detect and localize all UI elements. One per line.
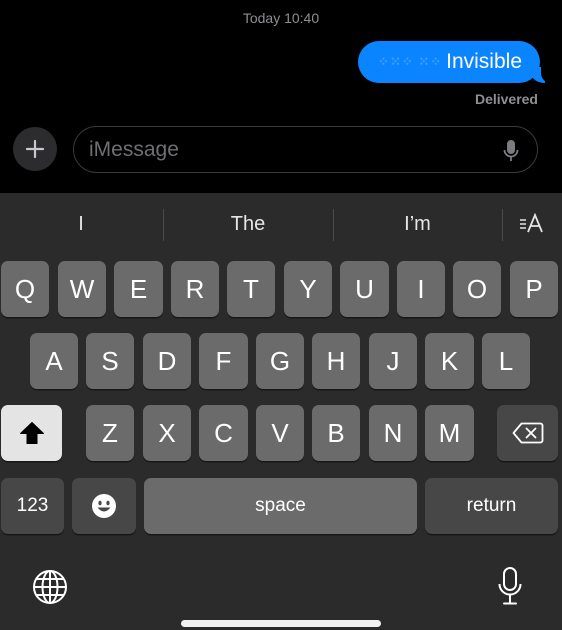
return-key[interactable]: return [425,478,558,534]
key-u[interactable]: U [340,261,389,317]
delete-key[interactable] [497,405,558,461]
delete-icon [512,422,543,444]
emoji-icon [92,494,116,518]
key-d[interactable]: D [143,333,191,389]
key-k[interactable]: K [425,333,474,389]
key-h[interactable]: H [312,333,360,389]
key-v[interactable]: V [256,405,304,461]
text-format-button[interactable] [503,193,562,255]
key-o[interactable]: O [453,261,501,317]
apps-plus-button[interactable] [13,127,57,171]
key-w[interactable]: W [58,261,106,317]
key-z[interactable]: Z [86,405,134,461]
globe-button[interactable] [32,569,68,605]
microphone-icon[interactable] [503,139,519,163]
key-p[interactable]: P [510,261,558,317]
predictive-bar: I The I’m [0,193,562,255]
message-timestamp: Today 10:40 [242,10,320,26]
microphone-icon [498,567,522,605]
key-m[interactable]: M [425,405,474,461]
key-i[interactable]: I [397,261,445,317]
key-r[interactable]: R [171,261,219,317]
key-s[interactable]: S [86,333,134,389]
shift-icon [19,422,44,444]
key-e[interactable]: E [114,261,163,317]
message-text: Invisible [446,50,522,73]
key-y[interactable]: Y [284,261,332,317]
key-b[interactable]: B [312,405,360,461]
invisible-ink-effect: ⁘⁙⁘ ⁙⁘ [378,54,443,69]
key-a[interactable]: A [30,333,78,389]
key-l[interactable]: L [482,333,530,389]
keyboard: I The I’m Q W E R T Y U I O P A S D F G … [0,193,562,630]
plus-icon [25,139,45,159]
bubble-tail [531,65,551,83]
suggestion-1[interactable]: I [0,193,162,255]
home-indicator[interactable] [181,620,381,627]
suggestion-3[interactable]: I’m [334,193,501,255]
key-x[interactable]: X [143,405,191,461]
text-format-icon [519,213,543,233]
message-bubble[interactable]: ⁘⁙⁘ ⁙⁘ Invisible [358,41,551,83]
space-key[interactable]: space [144,478,417,534]
shift-key[interactable] [1,405,62,461]
numbers-key[interactable]: 123 [1,478,64,534]
key-q[interactable]: Q [1,261,49,317]
message-input-placeholder: iMessage [89,137,179,161]
globe-icon [33,570,67,604]
suggestion-2[interactable]: The [164,193,332,255]
key-f[interactable]: F [199,333,248,389]
delivery-status: Delivered [474,91,538,107]
key-j[interactable]: J [369,333,417,389]
key-c[interactable]: C [199,405,248,461]
message-input[interactable]: iMessage [73,126,538,173]
dictation-button[interactable] [497,566,523,606]
key-g[interactable]: G [256,333,304,389]
key-t[interactable]: T [227,261,275,317]
emoji-key[interactable] [72,478,136,534]
key-n[interactable]: N [369,405,417,461]
